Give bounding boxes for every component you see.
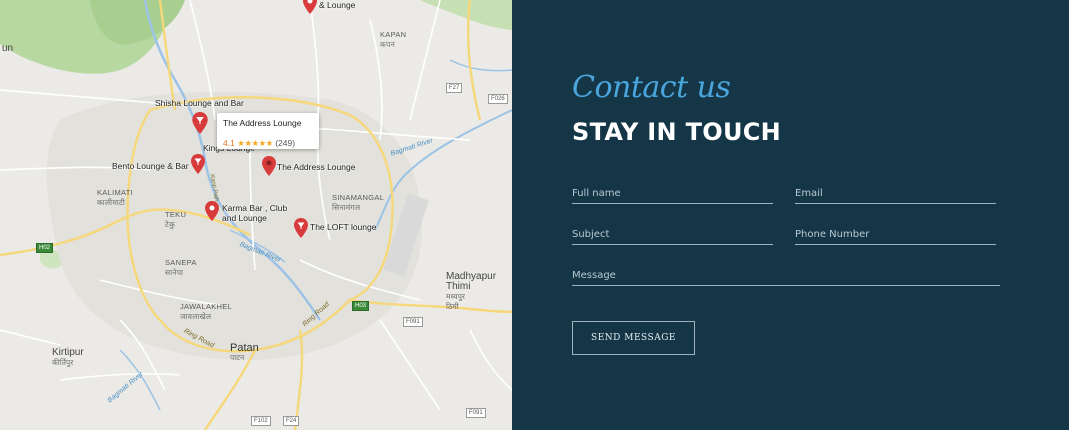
map-pin-icon[interactable] [303,0,317,14]
map-road-shield: H02 [36,243,54,253]
map-poi-label[interactable]: The Address Lounge [277,162,355,172]
map-road-shield: F27 [446,83,463,93]
full-name-field[interactable] [572,184,773,204]
map-area-sinamangal: SINAMANGAL सिनामंगल [332,193,385,212]
map-pin-icon[interactable] [205,201,219,221]
map-info-tooltip[interactable]: The Address Lounge 4.1 ★★★★★ (249) [217,113,319,149]
page-title: STAY IN TOUCH [572,118,782,146]
map-road-shield: H03 [352,301,370,311]
map-poi-label[interactable]: Shisha Lounge and Bar [155,98,244,108]
map-area-jawalakhel: JAWALAKHEL जावलाखेल [180,302,233,321]
map-pin-icon[interactable] [262,156,276,176]
map-poi-label[interactable]: Bento Lounge & Bar [112,161,189,171]
map-embed[interactable]: KAPAN कपन KALIMATI कालीमाटी TEKU टेकु SINAM… [0,0,512,430]
map-city-kirtipur: Kirtipur कीर्तिपुर [52,347,84,368]
contact-panel [512,0,1069,430]
tooltip-title: The Address Lounge [223,118,302,128]
map-city-patan: Patan पाटन [230,342,259,363]
map-partial-label: un [2,43,14,54]
star-rating-icon: ★★★★★ [237,138,273,148]
map-area-kapan: KAPAN कपन [380,30,407,49]
map-road-shield: F102 [251,416,271,426]
map-poi-label[interactable]: & Lounge [319,0,355,10]
map-area-teku: TEKU टेकु [165,210,187,229]
phone-number-field[interactable] [795,225,996,245]
page: KAPAN कपन KALIMATI कालीमाटी TEKU टेकु SINAM… [0,0,1069,430]
map-pin-icon[interactable] [192,112,208,134]
map-road-shield: F026 [488,94,508,104]
subject-field[interactable] [572,225,773,245]
rating-value: 4.1 [223,138,235,148]
map-road-shield: F091 [403,317,423,327]
map-pin-icon[interactable] [191,154,205,174]
map-city-madhyapur-thimi: Madhyapur Thimi मध्यपुर ठिमी [446,271,497,312]
tooltip-rating: 4.1 ★★★★★ (249) [223,138,295,148]
map-road-shield: F24 [283,416,300,426]
map-poi-label[interactable]: Karma Bar , Club and Lounge [222,203,287,223]
map-pin-icon[interactable] [294,218,308,238]
map-area-kalimati: KALIMATI कालीमाटी [97,188,134,207]
message-field[interactable] [572,266,1000,286]
map-area-sanepa: SANEPA सानेपा [165,258,197,277]
email-field[interactable] [795,184,996,204]
map-poi-label[interactable]: The LOFT lounge [310,222,376,232]
map-road-shield: F091 [466,408,486,418]
contact-kicker: Contact us [572,70,731,105]
review-count: (249) [275,138,296,148]
send-message-button[interactable]: SEND MESSAGE [572,321,695,355]
